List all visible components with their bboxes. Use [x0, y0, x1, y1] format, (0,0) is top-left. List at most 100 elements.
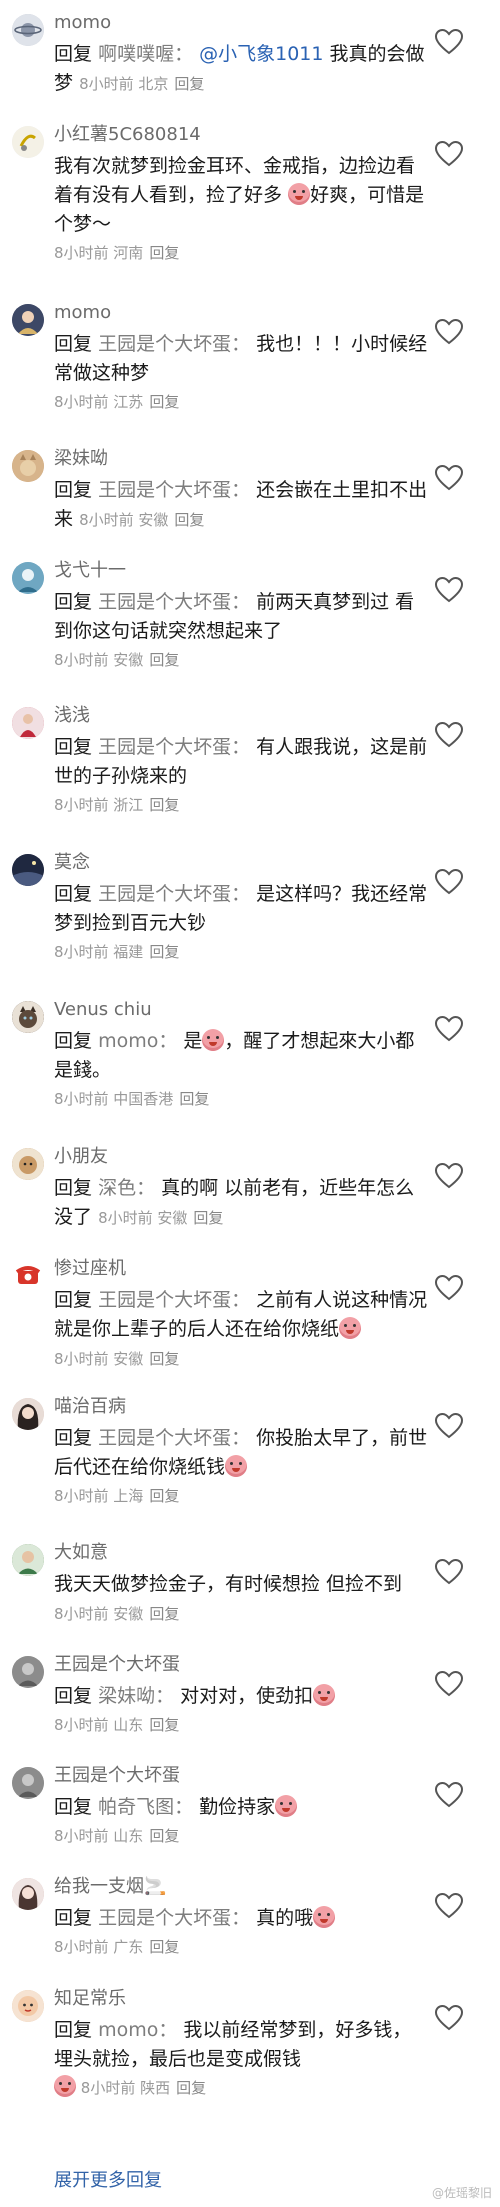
like-heart-icon[interactable]	[434, 1412, 464, 1440]
like-heart-icon[interactable]	[434, 1670, 464, 1698]
avatar[interactable]	[12, 1148, 44, 1180]
reply-target[interactable]: 王园是个大坏蛋：	[98, 736, 250, 758]
comment-meta: 8小时前 上海 回复	[54, 1482, 430, 1511]
avatar[interactable]	[12, 14, 44, 46]
reply-target[interactable]: 梁妹呦：	[98, 1685, 174, 1707]
comment-username[interactable]: 王园是个大坏蛋	[54, 1763, 180, 1789]
comment-username[interactable]: 惨过座机	[54, 1256, 126, 1282]
reply-button[interactable]: 回复	[149, 1827, 179, 1845]
reply-button[interactable]: 回复	[149, 1605, 179, 1623]
like-heart-icon[interactable]	[434, 1162, 464, 1190]
reply-label: 回复	[54, 1427, 93, 1449]
blue-avatar-icon	[12, 562, 44, 594]
reply-target[interactable]: 王园是个大坏蛋：	[98, 883, 250, 905]
comment-username[interactable]: Venus chiu	[54, 997, 152, 1023]
avatar[interactable]	[12, 304, 44, 336]
gray-avatar-icon	[12, 1656, 44, 1688]
comment-meta: 8小时前 山东 回复	[54, 1822, 430, 1851]
comment-body: 回复 深色： 真的啊 以前老有，近些年怎么没了 8小时前 安徽 回复	[54, 1174, 430, 1233]
like-heart-icon[interactable]	[434, 464, 464, 492]
reply-button[interactable]: 回复	[149, 1716, 179, 1734]
reply-button[interactable]: 回复	[174, 511, 204, 529]
avatar[interactable]	[12, 1878, 44, 1910]
like-heart-icon[interactable]	[434, 140, 464, 168]
reply-target[interactable]: 帕奇飞图：	[98, 1796, 193, 1818]
like-heart-icon[interactable]	[434, 1781, 464, 1809]
reply-button[interactable]: 回复	[193, 1209, 223, 1227]
comment-username[interactable]: 梁妹呦	[54, 446, 108, 472]
reply-target[interactable]: 王园是个大坏蛋：	[98, 1907, 250, 1929]
mention-link[interactable]: @小飞象1011	[199, 43, 323, 65]
reply-button[interactable]: 回复	[149, 244, 179, 262]
avatar[interactable]	[12, 450, 44, 482]
girl-avatar-icon	[12, 304, 44, 336]
comment-username[interactable]: 小红薯5C680814	[54, 122, 201, 148]
comment-username[interactable]: 给我一支烟🚬	[54, 1874, 166, 1900]
avatar[interactable]	[12, 562, 44, 594]
comment-username[interactable]: 戈弋十一	[54, 558, 126, 584]
sticker-avatar-icon	[12, 126, 44, 158]
comment-username[interactable]: 浅浅	[54, 703, 90, 729]
girl-red-avatar-icon	[12, 707, 44, 739]
reply-target[interactable]: 王园是个大坏蛋：	[98, 333, 250, 355]
comment-username[interactable]: momo	[54, 300, 111, 326]
avatar[interactable]	[12, 1767, 44, 1799]
time-location: 8小时前 福建	[54, 943, 144, 961]
reply-target[interactable]: 王园是个大坏蛋：	[98, 479, 250, 501]
like-heart-icon[interactable]	[434, 1558, 464, 1586]
comment-body: 回复 王园是个大坏蛋： 是这样吗？我还经常梦到捡到百元大钞 8小时前 福建 回复	[54, 880, 430, 967]
like-heart-icon[interactable]	[434, 1015, 464, 1043]
avatar[interactable]	[12, 1544, 44, 1576]
like-heart-icon[interactable]	[434, 2004, 464, 2032]
avatar[interactable]	[12, 1656, 44, 1688]
comment-meta: 8小时前 浙江 回复	[54, 791, 430, 820]
reply-button[interactable]: 回复	[149, 796, 179, 814]
reply-target[interactable]: momo：	[98, 1030, 177, 1052]
reply-button[interactable]: 回复	[179, 1090, 209, 1108]
avatar[interactable]	[12, 854, 44, 886]
comment-username[interactable]: 大如意	[54, 1540, 108, 1566]
reply-button[interactable]: 回复	[174, 75, 204, 93]
reply-button[interactable]: 回复	[149, 651, 179, 669]
reply-button[interactable]: 回复	[176, 2079, 206, 2097]
comment-username[interactable]: 喵治百病	[54, 1394, 126, 1420]
reply-target[interactable]: 深色：	[98, 1177, 155, 1199]
like-heart-icon[interactable]	[434, 28, 464, 56]
expand-more-replies-link[interactable]: 展开更多回复	[54, 2166, 162, 2192]
reply-target[interactable]: 啊噗噗喔：	[98, 43, 193, 65]
like-heart-icon[interactable]	[434, 576, 464, 604]
like-heart-icon[interactable]	[434, 1892, 464, 1920]
like-heart-icon[interactable]	[434, 868, 464, 896]
gray-avatar-icon	[12, 1767, 44, 1799]
reply-target[interactable]: momo：	[98, 2019, 177, 2041]
reply-button[interactable]: 回复	[149, 943, 179, 961]
time-location: 8小时前 陕西	[80, 2079, 171, 2097]
crying-face-emoji-icon	[202, 1029, 225, 1051]
like-heart-icon[interactable]	[434, 1274, 464, 1302]
reply-button[interactable]: 回复	[149, 1350, 179, 1368]
reply-button[interactable]: 回复	[149, 1938, 179, 1956]
reply-target[interactable]: 王园是个大坏蛋：	[98, 1289, 250, 1311]
comment-username[interactable]: 知足常乐	[54, 1986, 126, 2012]
avatar[interactable]	[12, 1990, 44, 2022]
avatar[interactable]	[12, 126, 44, 158]
avatar[interactable]	[12, 1260, 44, 1292]
comment-username[interactable]: momo	[54, 10, 111, 36]
avatar[interactable]	[12, 707, 44, 739]
reply-button[interactable]: 回复	[149, 1487, 179, 1505]
watermark: @佐瑶黎旧	[431, 2186, 492, 2200]
like-heart-icon[interactable]	[434, 318, 464, 346]
like-heart-icon[interactable]	[434, 721, 464, 749]
comment-username[interactable]: 小朋友	[54, 1144, 108, 1170]
reply-target[interactable]: 王园是个大坏蛋：	[98, 591, 250, 613]
comment-body: 回复 王园是个大坏蛋： 真的哦 8小时前 广东 回复	[54, 1904, 430, 1962]
reply-button[interactable]: 回复	[149, 393, 179, 411]
avatar[interactable]	[12, 1398, 44, 1430]
comment-username[interactable]: 莫念	[54, 850, 90, 876]
comment-username[interactable]: 王园是个大坏蛋	[54, 1652, 180, 1678]
comment-body: 回复 王园是个大坏蛋： 前两天真梦到过 看到你这句话就突然想起来了 8小时前 安…	[54, 588, 430, 675]
reply-label: 回复	[54, 2019, 93, 2041]
reply-target[interactable]: 王园是个大坏蛋：	[98, 1427, 250, 1449]
crying-face-emoji-icon	[225, 1455, 248, 1477]
avatar[interactable]	[12, 1001, 44, 1033]
